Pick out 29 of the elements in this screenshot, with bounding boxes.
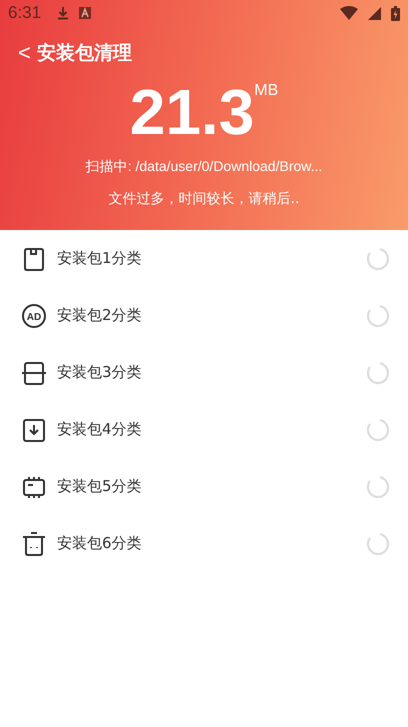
trash-icon	[21, 530, 47, 556]
battery-icon	[391, 6, 400, 20]
notification-icon	[79, 7, 92, 19]
scan-path: 扫描中: /data/user/0/Download/Brow...	[86, 158, 322, 176]
loading-spinner-icon	[366, 360, 390, 384]
back-button[interactable]: <	[18, 40, 37, 66]
category-label[interactable]: 安装包2分类	[57, 306, 366, 325]
download-icon	[57, 6, 70, 20]
category-label[interactable]: 安装包6分类	[57, 534, 366, 553]
category-label[interactable]: 安装包5分类	[57, 477, 366, 496]
ad-icon: AD	[21, 302, 47, 328]
size-value: 21.3	[130, 76, 254, 148]
loading-spinner-icon	[366, 474, 390, 498]
signal-icon	[368, 6, 381, 20]
loading-spinner-icon	[366, 246, 390, 270]
scan-note: 文件过多，时间较长，请稍后..	[108, 190, 300, 208]
loading-spinner-icon	[366, 532, 390, 556]
download-icon	[21, 416, 47, 442]
card-icon	[21, 360, 47, 386]
loading-spinner-icon	[366, 304, 390, 328]
wifi-icon	[340, 6, 358, 20]
sd-card-icon	[21, 246, 47, 272]
status-time: 6:31	[8, 3, 42, 23]
page-title: 安装包清理	[36, 41, 132, 66]
category-label[interactable]: 安装包4分类	[57, 420, 366, 439]
loading-spinner-icon	[366, 418, 390, 442]
size-unit: MB	[254, 82, 278, 100]
category-label[interactable]: 安装包3分类	[57, 363, 366, 382]
category-label[interactable]: 安装包1分类	[57, 249, 366, 268]
